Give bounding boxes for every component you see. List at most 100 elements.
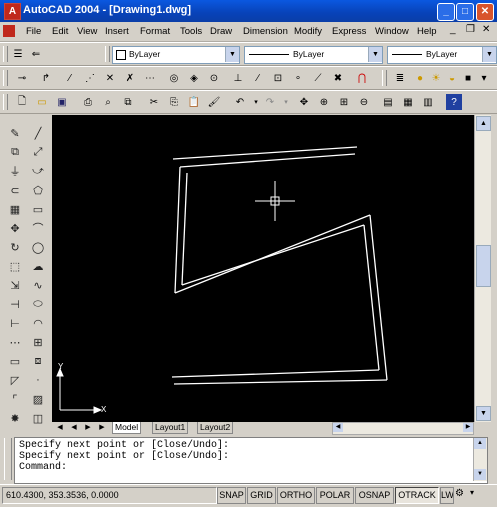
array-icon[interactable]: ▦	[6, 200, 24, 218]
undo-icon[interactable]: ↶	[232, 94, 248, 110]
offset-icon[interactable]: ⊂	[6, 181, 24, 199]
new-file-icon[interactable]: 🗋	[14, 94, 30, 110]
chamfer-icon[interactable]: ◸	[6, 371, 24, 389]
menu-draw[interactable]: Draw	[210, 26, 232, 37]
lineweight-dropdown[interactable]: ByLayer ▼	[387, 46, 497, 64]
layer-color-icon[interactable]: ■	[460, 70, 476, 86]
toolbar-grip[interactable]	[3, 46, 8, 62]
insert-block-icon[interactable]: ⊞	[29, 333, 47, 351]
ellipse-icon[interactable]: ⬭	[29, 295, 47, 313]
close-button[interactable]: ✕	[476, 3, 494, 21]
drawing-canvas[interactable]: Y X	[52, 115, 474, 422]
snap-endpoint-icon[interactable]: ⁄	[62, 70, 78, 86]
snap-quadrant-icon[interactable]: ◈	[186, 70, 202, 86]
paste-icon[interactable]: 📋	[186, 94, 202, 110]
rectangle-icon[interactable]: ▭	[29, 200, 47, 218]
menu-edit[interactable]: Edit	[52, 26, 68, 37]
menu-tools[interactable]: Tools	[180, 26, 202, 37]
document-icon[interactable]	[3, 25, 15, 37]
zoom-previous-icon[interactable]: ⊖	[356, 94, 372, 110]
move-icon[interactable]: ✥	[6, 219, 24, 237]
tab-layout1[interactable]: Layout1	[152, 422, 189, 434]
extend-icon[interactable]: ⊢	[6, 314, 24, 332]
erase-icon[interactable]: ✎	[6, 124, 24, 142]
chevron-down-icon[interactable]: ▼	[482, 47, 496, 62]
break-icon[interactable]: ⋯	[6, 333, 24, 351]
toolbar-grip[interactable]	[3, 70, 8, 86]
polygon-icon[interactable]: ⬠	[29, 181, 47, 199]
doc-close-icon[interactable]: ✕	[482, 24, 490, 35]
snap-center-icon[interactable]: ◎	[166, 70, 182, 86]
menu-help[interactable]: Help	[417, 26, 437, 37]
menu-express[interactable]: Express	[332, 26, 366, 37]
menu-format[interactable]: Format	[140, 26, 170, 37]
layer-chevron-icon[interactable]: ▾	[476, 70, 492, 86]
redo-icon[interactable]: ↷	[262, 94, 278, 110]
status-menu-chevron-icon[interactable]: ▾	[470, 488, 474, 497]
scroll-up-icon[interactable]: ▲	[474, 438, 486, 449]
tab-model[interactable]: Model	[112, 422, 142, 434]
chevron-down-icon[interactable]: ▾	[278, 94, 294, 110]
snap-node-icon[interactable]: ∘	[290, 70, 306, 86]
command-prompt[interactable]: Command:	[19, 462, 483, 473]
copy-icon[interactable]: ⎘	[166, 94, 182, 110]
layer-lock-icon[interactable]: ◒	[444, 70, 460, 86]
tab-next-icon[interactable]: ▶	[82, 422, 94, 433]
command-scrollbar[interactable]: ▲ ▼	[473, 438, 487, 481]
osnap-toggle[interactable]: OSNAP	[355, 487, 394, 504]
design-center-icon[interactable]: ▦	[400, 94, 416, 110]
ortho-toggle[interactable]: ORTHO	[277, 487, 315, 504]
point-icon[interactable]: ·	[29, 371, 47, 389]
scroll-down-icon[interactable]: ▼	[476, 406, 491, 421]
snap-from-icon[interactable]: ↱	[38, 70, 54, 86]
tab-first-icon[interactable]: ◀	[54, 422, 66, 433]
temporary-tracking-icon[interactable]: ⊸	[14, 70, 30, 86]
polyline-icon[interactable]: ⤻	[29, 162, 47, 180]
snap-insert-icon[interactable]: ⊡	[270, 70, 286, 86]
color-dropdown[interactable]: ByLayer ▼	[112, 46, 240, 64]
revision-cloud-icon[interactable]: ☁	[29, 257, 47, 275]
zoom-realtime-icon[interactable]: ⊕	[316, 94, 332, 110]
comm-center-icon[interactable]: ⚙	[455, 488, 464, 499]
mirror-icon[interactable]: ⏚	[6, 162, 24, 180]
layer-on-bulb-icon[interactable]: ●	[412, 70, 428, 86]
scroll-down-icon[interactable]: ▼	[474, 469, 486, 480]
command-window[interactable]: Specify next point or [Close/Undo]: Spec…	[14, 437, 488, 484]
ellipse-arc-icon[interactable]: ◠	[29, 314, 47, 332]
stretch-icon[interactable]: ⇲	[6, 276, 24, 294]
scroll-left-icon[interactable]: ◀	[333, 423, 343, 432]
menu-file[interactable]: File	[26, 26, 41, 37]
snap-parallel-icon[interactable]: ∕	[250, 70, 266, 86]
osnap-settings-icon[interactable]: ⋂	[354, 70, 370, 86]
circle-icon[interactable]: ◯	[29, 238, 47, 256]
layer-previous-icon[interactable]: ⇐	[28, 46, 44, 62]
menu-insert[interactable]: Insert	[105, 26, 129, 37]
snap-tangent-icon[interactable]: ⊙	[206, 70, 222, 86]
menu-dimension[interactable]: Dimension	[243, 26, 288, 37]
autocad-app-icon[interactable]: A	[4, 3, 21, 20]
doc-restore-icon[interactable]: ❐	[466, 24, 475, 35]
hatch-icon[interactable]: ▨	[29, 390, 47, 408]
command-window-grip[interactable]	[4, 438, 12, 480]
chevron-down-icon[interactable]: ▼	[368, 47, 382, 62]
snap-apparent-intersection-icon[interactable]: ✗	[122, 70, 138, 86]
spline-icon[interactable]: ∿	[29, 276, 47, 294]
otrack-toggle[interactable]: OTRACK	[395, 487, 439, 504]
print-icon[interactable]: ⎙	[80, 94, 96, 110]
line-icon[interactable]: ╱	[29, 124, 47, 142]
open-folder-icon[interactable]: ▭	[34, 94, 50, 110]
menu-modify[interactable]: Modify	[294, 26, 322, 37]
snap-none-icon[interactable]: ✖	[330, 70, 346, 86]
maximize-button[interactable]: □	[456, 3, 474, 21]
snap-nearest-icon[interactable]: ⟋	[310, 70, 326, 86]
coordinates-display[interactable]: 610.4300, 353.3536, 0.0000	[2, 487, 217, 504]
polar-toggle[interactable]: POLAR	[316, 487, 354, 504]
copy-object-icon[interactable]: ⧉	[6, 143, 24, 161]
tool-palettes-icon[interactable]: ▥	[420, 94, 436, 110]
snap-midpoint-icon[interactable]: ⋰	[82, 70, 98, 86]
minimize-button[interactable]: _	[437, 3, 455, 21]
pan-icon[interactable]: ✥	[296, 94, 312, 110]
construction-line-icon[interactable]: ⤢	[29, 143, 47, 161]
chevron-down-icon[interactable]: ▼	[225, 47, 239, 62]
publish-icon[interactable]: ⧉	[120, 94, 136, 110]
